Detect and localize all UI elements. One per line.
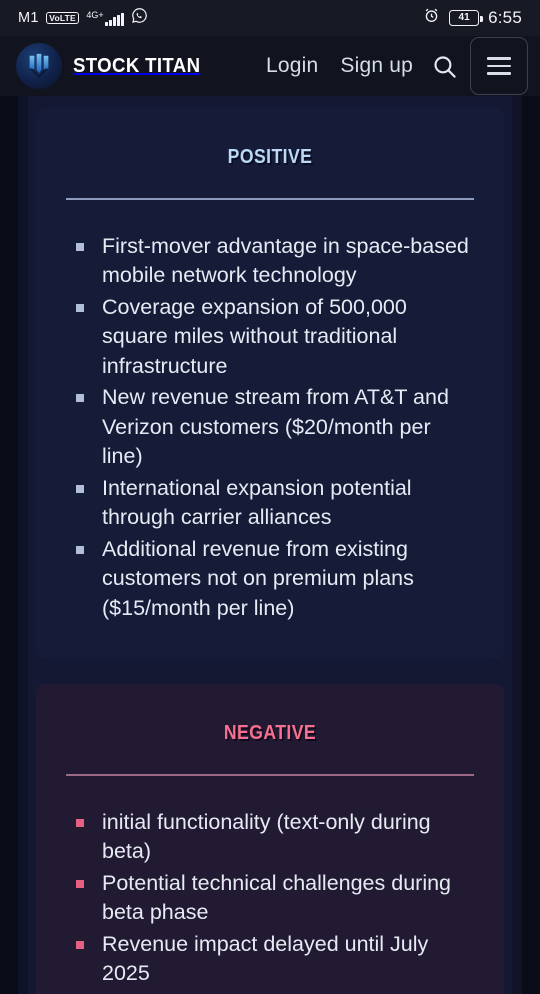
navigation-bar: STOCK TITAN Login Sign up [0,36,540,96]
hamburger-menu-icon[interactable] [470,37,528,95]
battery-percent-label: 41 [458,12,470,23]
status-bar: M1 VoLTE 4G+ 41 6:55 [0,0,540,36]
brand-name-label: STOCK TITAN [73,54,201,77]
negative-card: Negative initial functionality (text-onl… [36,684,504,994]
carrier-label: M1 [18,10,39,26]
list-item: Coverage expansion of 500,000 square mil… [76,293,474,382]
signup-link[interactable]: Sign up [329,54,424,78]
phone-screen: M1 VoLTE 4G+ 41 6:55 STOCK TITAN Login S… [0,0,540,994]
search-icon[interactable] [424,44,464,88]
brand-home-link[interactable]: STOCK TITAN [16,43,210,89]
list-item: Additional revenue from existing custome… [76,535,474,624]
stock-titan-logo-icon [16,43,62,89]
page-content: Positive First-mover advantage in space-… [18,96,522,994]
alarm-clock-icon [423,7,440,29]
login-link[interactable]: Login [255,54,329,78]
battery-icon: 41 [449,10,483,26]
whatsapp-icon [131,7,148,29]
status-bar-left: M1 VoLTE 4G+ [18,7,148,29]
signal-strength-icon [105,13,124,26]
nav-links: Login Sign up [255,37,528,95]
negative-card-divider [66,774,474,776]
positive-card-divider [66,198,474,200]
positive-card-title: Positive [227,138,313,169]
negative-card-title: Negative [223,714,317,745]
negative-bullet-list: initial functionality (text-only during … [66,808,474,989]
volte-icon: VoLTE [45,12,80,24]
list-item: New revenue stream from AT&T and Verizon… [76,383,474,472]
positive-bullet-list: First-mover advantage in space-based mob… [66,232,474,624]
network-type-label: 4G+ [86,10,104,20]
list-item: Revenue impact delayed until July 2025 [76,930,474,989]
list-item: International expansion potential throug… [76,474,474,533]
list-item: Potential technical challenges during be… [76,869,474,928]
status-bar-right: 41 6:55 [423,7,522,29]
list-item: initial functionality (text-only during … [76,808,474,867]
signal-bars-icon: 4G+ [86,10,124,26]
positive-card: Positive First-mover advantage in space-… [36,108,504,659]
list-item: First-mover advantage in space-based mob… [76,232,474,291]
clock-label: 6:55 [488,8,522,27]
